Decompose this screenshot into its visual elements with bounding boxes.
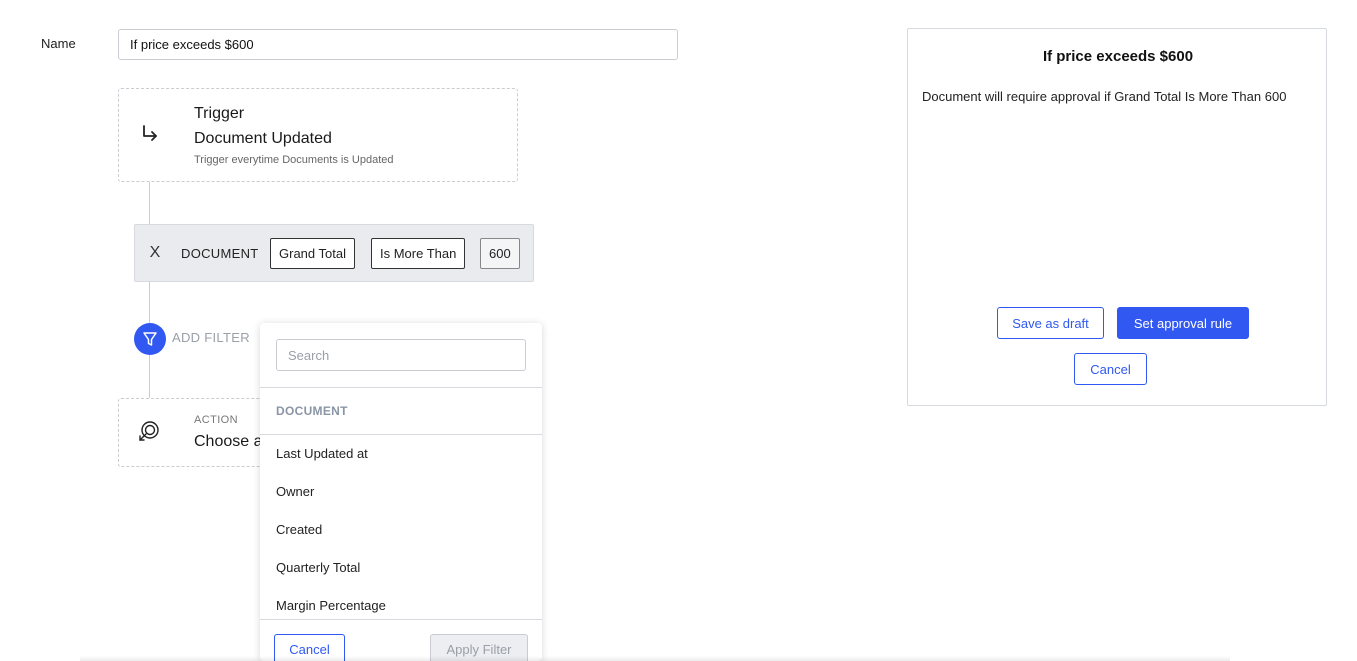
add-filter-button[interactable] — [134, 323, 166, 355]
action-label: ACTION — [194, 414, 238, 426]
bottom-shadow — [80, 656, 1230, 661]
filter-entity: DOCUMENT — [181, 246, 259, 261]
filter-field-chip[interactable]: Grand Total — [270, 238, 355, 269]
list-item[interactable]: Margin Percentage — [276, 598, 386, 613]
trigger-title: Document Updated — [194, 130, 332, 147]
flow-connector — [149, 182, 150, 224]
flow-connector — [149, 355, 150, 398]
add-filter-label[interactable]: ADD FILTER — [172, 330, 250, 345]
rule-preview-panel: If price exceeds $600 Document will requ… — [907, 28, 1327, 406]
trigger-label: Trigger — [194, 105, 245, 122]
filter-value-chip[interactable]: 600 — [480, 238, 520, 269]
arrow-down-right-icon — [143, 125, 157, 141]
trigger-description: Trigger everytime Documents is Updated — [194, 154, 394, 166]
name-label: Name — [41, 36, 76, 51]
list-item[interactable]: Last Updated at — [276, 446, 368, 461]
list-item[interactable]: Owner — [276, 484, 314, 499]
touch-icon — [139, 421, 159, 441]
list-item[interactable]: Quarterly Total — [276, 560, 360, 575]
field-picker-dropdown: DOCUMENT Last Updated at Owner Created Q… — [260, 323, 542, 661]
divider — [260, 387, 542, 388]
filter-operator-chip[interactable]: Is More Than — [371, 238, 466, 269]
save-draft-button[interactable]: Save as draft — [997, 307, 1104, 339]
trigger-card[interactable]: Trigger Document Updated Trigger everyti… — [118, 88, 518, 182]
preview-title: If price exceeds $600 — [1042, 48, 1194, 65]
preview-description: Document will require approval if Grand … — [922, 89, 1287, 104]
divider — [260, 434, 542, 435]
flow-connector — [149, 282, 150, 323]
list-item[interactable]: Created — [276, 522, 322, 537]
set-approval-rule-button[interactable]: Set approval rule — [1117, 307, 1249, 339]
dropdown-footer: Cancel Apply Filter — [260, 619, 542, 661]
rule-name-input[interactable] — [118, 29, 678, 60]
filter-condition-row: X DOCUMENT Grand Total Is More Than 600 — [134, 224, 534, 282]
funnel-icon — [143, 332, 157, 346]
section-header: DOCUMENT — [276, 404, 348, 418]
close-icon[interactable]: X — [148, 243, 162, 263]
cancel-button[interactable]: Cancel — [1074, 353, 1147, 385]
search-input[interactable] — [276, 339, 526, 371]
